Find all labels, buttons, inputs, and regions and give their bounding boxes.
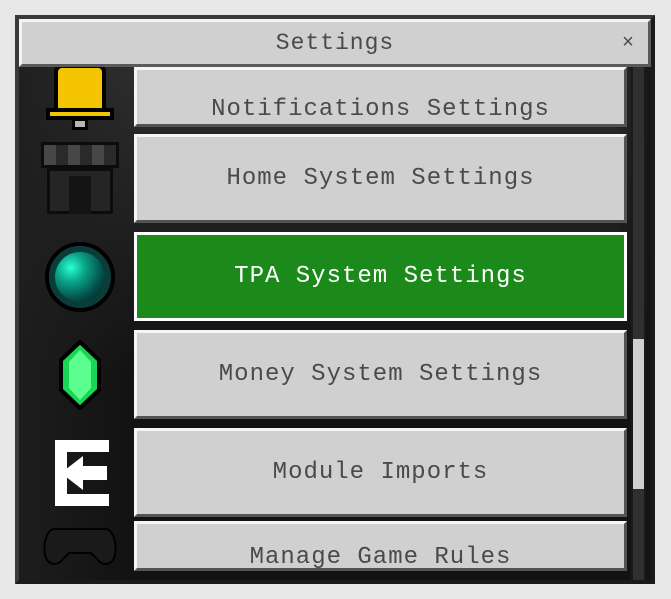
menu-button-tpa[interactable]: TPA System Settings [134, 232, 627, 321]
menu-button-home[interactable]: Home System Settings [134, 134, 627, 223]
close-button[interactable]: × [620, 35, 636, 51]
import-arrow-icon [41, 434, 119, 512]
icon-slot [26, 427, 134, 519]
menu-row-imports: Module Imports [26, 424, 627, 521]
menu-list: Notifications Settings Home System Setti… [26, 67, 627, 580]
icon-slot [26, 329, 134, 421]
ender-pearl-icon [45, 242, 115, 312]
icon-slot [26, 231, 134, 323]
close-icon: × [622, 32, 634, 55]
menu-button-notifications[interactable]: Notifications Settings [134, 67, 627, 127]
emerald-icon [57, 340, 103, 410]
menu-label: Notifications Settings [211, 96, 550, 123]
menu-row-tpa: TPA System Settings [26, 228, 627, 325]
menu-label: Module Imports [273, 459, 489, 486]
menu-button-gamerules[interactable]: Manage Game Rules [134, 521, 627, 571]
shop-icon [41, 142, 119, 216]
scrollbar-track[interactable] [631, 67, 646, 580]
menu-label: TPA System Settings [234, 263, 527, 290]
settings-window: Settings × Notifications Settings [15, 15, 655, 584]
titlebar: Settings × [19, 19, 651, 67]
icon-slot [26, 67, 134, 128]
gamepad-icon [43, 525, 117, 567]
menu-row-gamerules: Manage Game Rules [26, 522, 627, 570]
menu-button-imports[interactable]: Module Imports [134, 428, 627, 517]
scrollbar-thumb[interactable] [633, 339, 644, 489]
window-body: Notifications Settings Home System Setti… [19, 67, 651, 580]
menu-label: Manage Game Rules [250, 544, 512, 571]
bell-icon [46, 67, 114, 122]
menu-button-money[interactable]: Money System Settings [134, 330, 627, 419]
icon-slot [26, 133, 134, 225]
menu-label: Home System Settings [226, 165, 534, 192]
window-title: Settings [276, 30, 394, 56]
menu-row-home: Home System Settings [26, 130, 627, 227]
menu-row-notifications: Notifications Settings [26, 67, 627, 129]
menu-label: Money System Settings [219, 361, 542, 388]
menu-row-money: Money System Settings [26, 326, 627, 423]
